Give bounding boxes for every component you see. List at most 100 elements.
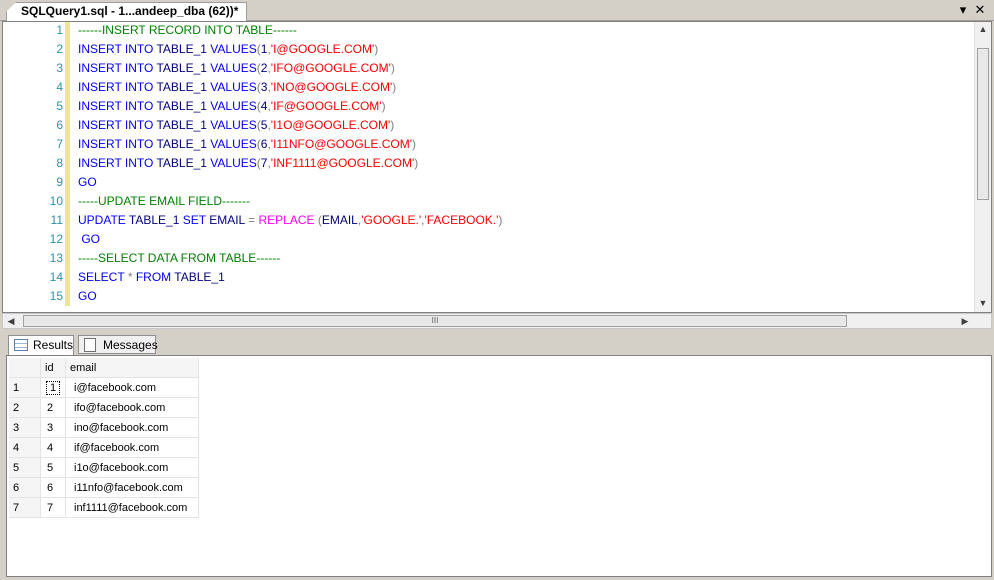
- cell-email[interactable]: inf1111@facebook.com: [65, 497, 199, 518]
- table-row[interactable]: 3 3 ino@facebook.com: [9, 417, 199, 438]
- cell-id[interactable]: 3: [40, 417, 66, 438]
- code-text[interactable]: ------INSERT RECORD INTO TABLE------: [78, 22, 297, 40]
- code-token: INSERT INTO: [78, 118, 154, 132]
- code-token: ): [498, 213, 503, 227]
- code-line[interactable]: 9 GO: [25, 173, 977, 192]
- code-line[interactable]: 1 ------INSERT RECORD INTO TABLE------: [25, 22, 977, 40]
- close-icon[interactable]: ✕: [972, 2, 988, 18]
- cell-id[interactable]: 4: [40, 437, 66, 458]
- document-tab[interactable]: SQLQuery1.sql - 1...andeep_dba (62))*: [6, 2, 248, 21]
- line-number: 5: [56, 99, 63, 113]
- code-token: 'I1O@GOOGLE.COM': [270, 118, 391, 132]
- code-text[interactable]: GO: [78, 287, 97, 306]
- code-text[interactable]: GO: [78, 230, 100, 249]
- cell-id[interactable]: 5: [40, 457, 66, 478]
- code-line[interactable]: 4 INSERT INTO TABLE_1 VALUES(3,'INO@GOOGL…: [25, 78, 977, 97]
- code-line[interactable]: 3 INSERT INTO TABLE_1 VALUES(2,'IFO@GOOGL…: [25, 59, 977, 78]
- row-number[interactable]: 2: [9, 397, 41, 418]
- row-number[interactable]: 6: [9, 477, 41, 498]
- row-number[interactable]: 3: [9, 417, 41, 438]
- code-token: VALUES: [210, 61, 257, 75]
- code-line[interactable]: 8 INSERT INTO TABLE_1 VALUES(7,'INF1111@G…: [25, 154, 977, 173]
- cell-id-value: 6: [47, 481, 54, 494]
- code-text[interactable]: UPDATE TABLE_1 SET EMAIL = REPLACE (EMAI…: [78, 211, 502, 230]
- row-number[interactable]: 7: [9, 497, 41, 518]
- code-line[interactable]: 14 SELECT * FROM TABLE_1: [25, 268, 977, 287]
- table-row[interactable]: 2 2 ifo@facebook.com: [9, 397, 199, 418]
- code-line[interactable]: 15 GO: [25, 287, 977, 306]
- query-editor[interactable]: 1 ------INSERT RECORD INTO TABLE------ 2 IN…: [2, 21, 992, 313]
- line-number: 4: [56, 80, 63, 94]
- line-number: 8: [56, 156, 63, 170]
- code-text[interactable]: GO: [78, 173, 97, 192]
- column-header-id[interactable]: id: [40, 358, 66, 378]
- line-number: 12: [49, 232, 63, 246]
- change-indicator: [65, 97, 70, 116]
- editor-horizontal-scrollbar[interactable]: ◀ III ▶: [2, 313, 992, 329]
- change-indicator: [65, 116, 70, 135]
- code-text[interactable]: INSERT INTO TABLE_1 VALUES(1,'I@GOOGLE.C…: [78, 40, 378, 59]
- code-text[interactable]: -----UPDATE EMAIL FIELD-------: [78, 192, 250, 211]
- scroll-up-icon[interactable]: ▲: [975, 24, 991, 34]
- code-line[interactable]: 10 -----UPDATE EMAIL FIELD-------: [25, 192, 977, 211]
- code-line[interactable]: 6 INSERT INTO TABLE_1 VALUES(5,'I1O@GOOGL…: [25, 116, 977, 135]
- code-text[interactable]: INSERT INTO TABLE_1 VALUES(5,'I1O@GOOGLE…: [78, 116, 394, 135]
- code-line[interactable]: 13 -----SELECT DATA FROM TABLE------: [25, 249, 977, 268]
- code-line[interactable]: 11 UPDATE TABLE_1 SET EMAIL = REPLACE (EM…: [25, 211, 977, 230]
- code-line[interactable]: 5 INSERT INTO TABLE_1 VALUES(4,'IF@GOOGLE…: [25, 97, 977, 116]
- table-row[interactable]: 6 6 i11nfo@facebook.com: [9, 477, 199, 498]
- results-grid-panel[interactable]: id email 1 1 i@facebook.com 2 2 ifo@facebook.…: [6, 355, 992, 577]
- table-row[interactable]: 7 7 inf1111@facebook.com: [9, 497, 199, 518]
- row-number[interactable]: 1: [9, 377, 41, 398]
- code-token: ------INSERT RECORD INTO TABLE------: [78, 23, 297, 37]
- column-header-email[interactable]: email: [65, 358, 199, 378]
- cell-email[interactable]: i1o@facebook.com: [65, 457, 199, 478]
- cell-email[interactable]: ifo@facebook.com: [65, 397, 199, 418]
- code-line[interactable]: 2 INSERT INTO TABLE_1 VALUES(1,'I@GOOGLE.…: [25, 40, 977, 59]
- vertical-scroll-thumb[interactable]: [977, 48, 989, 200]
- scroll-right-icon[interactable]: ▶: [959, 316, 971, 327]
- code-text[interactable]: INSERT INTO TABLE_1 VALUES(7,'INF1111@GO…: [78, 154, 418, 173]
- code-token: ): [390, 61, 395, 75]
- code-token: TABLE_1: [125, 213, 183, 227]
- code-text[interactable]: INSERT INTO TABLE_1 VALUES(4,'IF@GOOGLE.…: [78, 97, 386, 116]
- code-text[interactable]: SELECT * FROM TABLE_1: [78, 268, 225, 287]
- tab-results[interactable]: Results: [8, 335, 74, 355]
- row-number[interactable]: 5: [9, 457, 41, 478]
- code-line[interactable]: 7 INSERT INTO TABLE_1 VALUES(6,'I11NFO@GO…: [25, 135, 977, 154]
- code-token: INSERT INTO: [78, 80, 154, 94]
- window-dropdown-button[interactable]: ▾: [955, 2, 971, 18]
- scroll-down-icon[interactable]: ▼: [975, 298, 991, 308]
- row-number[interactable]: 4: [9, 437, 41, 458]
- table-row[interactable]: 1 1 i@facebook.com: [9, 377, 199, 398]
- table-row[interactable]: 5 5 i1o@facebook.com: [9, 457, 199, 478]
- tab-messages[interactable]: Messages: [78, 335, 158, 354]
- change-indicator: [65, 154, 70, 173]
- cell-id[interactable]: 1: [40, 377, 66, 398]
- cell-email[interactable]: i@facebook.com: [65, 377, 199, 398]
- code-text[interactable]: -----SELECT DATA FROM TABLE------: [78, 249, 280, 268]
- code-line[interactable]: 12 GO: [25, 230, 977, 249]
- cell-email[interactable]: if@facebook.com: [65, 437, 199, 458]
- code-text[interactable]: INSERT INTO TABLE_1 VALUES(6,'I11NFO@GOO…: [78, 135, 416, 154]
- change-indicator: [65, 192, 70, 211]
- table-row[interactable]: 4 4 if@facebook.com: [9, 437, 199, 458]
- horizontal-scroll-thumb[interactable]: III: [23, 315, 847, 327]
- line-number: 15: [49, 289, 63, 303]
- line-number: 1: [56, 23, 63, 37]
- cell-id[interactable]: 2: [40, 397, 66, 418]
- cell-email[interactable]: i11nfo@facebook.com: [65, 477, 199, 498]
- scroll-left-icon[interactable]: ◀: [5, 316, 17, 327]
- results-grid[interactable]: id email 1 1 i@facebook.com 2 2 ifo@facebook.…: [9, 358, 199, 518]
- cell-id[interactable]: 7: [40, 497, 66, 518]
- code-area[interactable]: 1 ------INSERT RECORD INTO TABLE------ 2 IN…: [25, 22, 977, 312]
- code-token: GO: [78, 232, 101, 246]
- code-token: VALUES: [210, 137, 257, 151]
- cell-id[interactable]: 6: [40, 477, 66, 498]
- editor-vertical-scrollbar[interactable]: ▲ ▼: [974, 22, 991, 312]
- code-token: GO: [78, 175, 97, 189]
- row-header-corner[interactable]: [9, 358, 41, 378]
- cell-email[interactable]: ino@facebook.com: [65, 417, 199, 438]
- code-text[interactable]: INSERT INTO TABLE_1 VALUES(3,'INO@GOOGLE…: [78, 78, 396, 97]
- code-text[interactable]: INSERT INTO TABLE_1 VALUES(2,'IFO@GOOGLE…: [78, 59, 395, 78]
